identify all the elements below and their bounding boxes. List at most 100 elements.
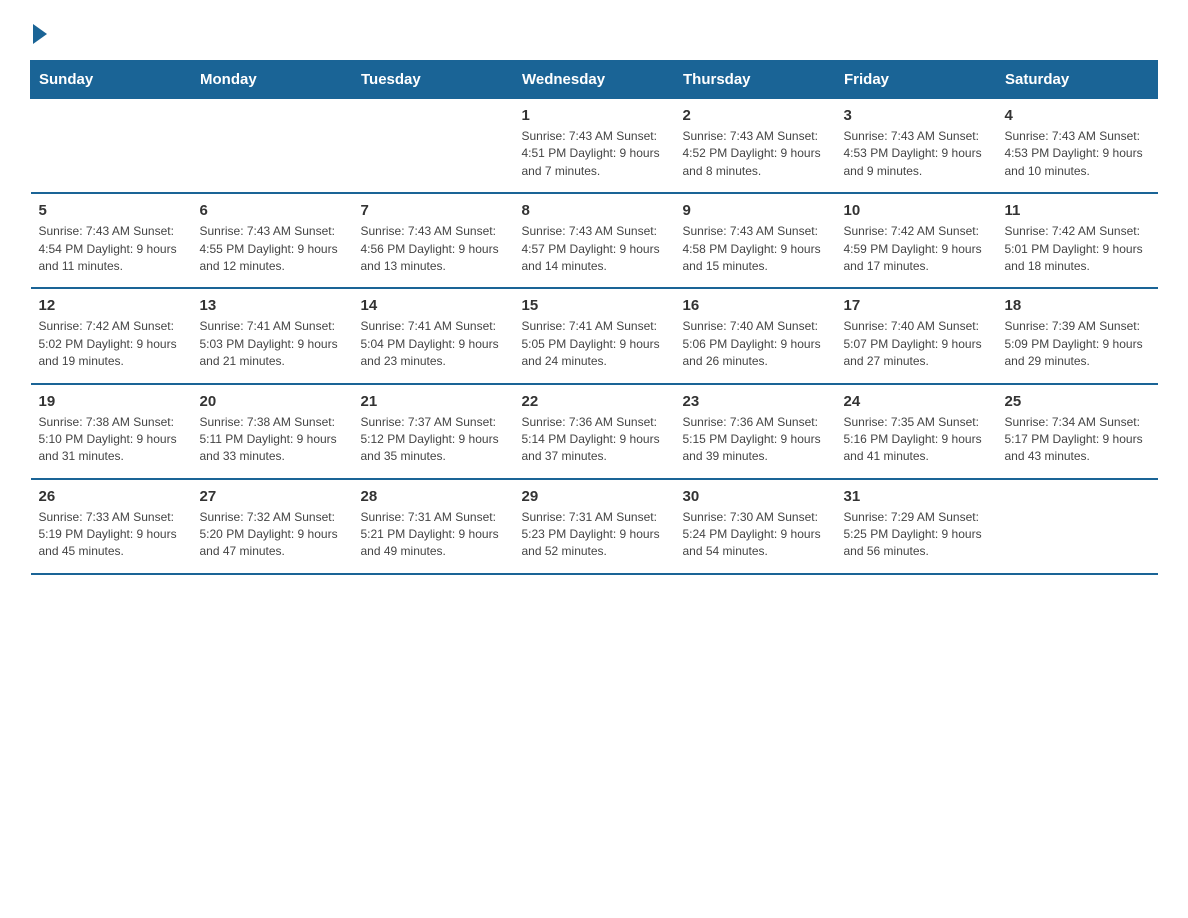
day-info: Sunrise: 7:41 AM Sunset: 5:04 PM Dayligh…	[361, 318, 506, 370]
day-number: 10	[844, 202, 989, 219]
calendar-cell: 29 Sunrise: 7:31 AM Sunset: 5:23 PM Dayli…	[514, 479, 675, 574]
day-number: 4	[1005, 107, 1150, 124]
day-info: Sunrise: 7:37 AM Sunset: 5:12 PM Dayligh…	[361, 414, 506, 466]
day-number: 23	[683, 393, 828, 410]
calendar-cell: 19 Sunrise: 7:38 AM Sunset: 5:10 PM Dayli…	[31, 384, 192, 479]
calendar-week-row: 5Sunrise: 7:43 AM Sunset: 4:54 PM Daylig…	[31, 193, 1158, 288]
day-info: Sunrise: 7:32 AM Sunset: 5:20 PM Dayligh…	[200, 509, 345, 561]
weekday-header-thursday: Thursday	[675, 61, 836, 99]
calendar-week-row: 12 Sunrise: 7:42 AM Sunset: 5:02 PM Dayli…	[31, 288, 1158, 383]
logo-arrow-icon	[33, 24, 47, 44]
calendar-cell: 11 Sunrise: 7:42 AM Sunset: 5:01 PM Dayli…	[997, 193, 1158, 288]
calendar-cell	[31, 99, 192, 194]
day-info: Sunrise: 7:43 AM Sunset: 4:53 PM Dayligh…	[844, 128, 989, 180]
calendar-cell	[192, 99, 353, 194]
day-number: 28	[361, 488, 506, 505]
day-info: Sunrise: 7:42 AM Sunset: 5:01 PM Dayligh…	[1005, 223, 1150, 275]
logo	[30, 20, 47, 40]
calendar-cell: 10Sunrise: 7:42 AM Sunset: 4:59 PM Dayli…	[836, 193, 997, 288]
day-info: Sunrise: 7:41 AM Sunset: 5:03 PM Dayligh…	[200, 318, 345, 370]
calendar-cell: 6Sunrise: 7:43 AM Sunset: 4:55 PM Daylig…	[192, 193, 353, 288]
day-info: Sunrise: 7:43 AM Sunset: 4:58 PM Dayligh…	[683, 223, 828, 275]
day-number: 13	[200, 297, 345, 314]
day-number: 17	[844, 297, 989, 314]
calendar-cell: 20Sunrise: 7:38 AM Sunset: 5:11 PM Dayli…	[192, 384, 353, 479]
calendar-cell: 1 Sunrise: 7:43 AM Sunset: 4:51 PM Daylig…	[514, 99, 675, 194]
calendar-cell: 9 Sunrise: 7:43 AM Sunset: 4:58 PM Daylig…	[675, 193, 836, 288]
calendar-cell: 17 Sunrise: 7:40 AM Sunset: 5:07 PM Dayli…	[836, 288, 997, 383]
calendar-cell: 26Sunrise: 7:33 AM Sunset: 5:19 PM Dayli…	[31, 479, 192, 574]
calendar-cell: 28 Sunrise: 7:31 AM Sunset: 5:21 PM Dayli…	[353, 479, 514, 574]
day-number: 12	[39, 297, 184, 314]
day-info: Sunrise: 7:31 AM Sunset: 5:21 PM Dayligh…	[361, 509, 506, 561]
calendar-week-row: 19 Sunrise: 7:38 AM Sunset: 5:10 PM Dayli…	[31, 384, 1158, 479]
calendar-cell: 4 Sunrise: 7:43 AM Sunset: 4:53 PM Daylig…	[997, 99, 1158, 194]
calendar-cell: 31 Sunrise: 7:29 AM Sunset: 5:25 PM Dayli…	[836, 479, 997, 574]
day-number: 25	[1005, 393, 1150, 410]
weekday-header-wednesday: Wednesday	[514, 61, 675, 99]
day-info: Sunrise: 7:43 AM Sunset: 4:52 PM Dayligh…	[683, 128, 828, 180]
day-number: 20	[200, 393, 345, 410]
calendar-week-row: 1 Sunrise: 7:43 AM Sunset: 4:51 PM Daylig…	[31, 99, 1158, 194]
calendar-cell: 13 Sunrise: 7:41 AM Sunset: 5:03 PM Dayli…	[192, 288, 353, 383]
calendar-cell: 15 Sunrise: 7:41 AM Sunset: 5:05 PM Dayli…	[514, 288, 675, 383]
day-info: Sunrise: 7:42 AM Sunset: 5:02 PM Dayligh…	[39, 318, 184, 370]
day-number: 15	[522, 297, 667, 314]
day-info: Sunrise: 7:31 AM Sunset: 5:23 PM Dayligh…	[522, 509, 667, 561]
weekday-header-row: SundayMondayTuesdayWednesdayThursdayFrid…	[31, 61, 1158, 99]
day-info: Sunrise: 7:43 AM Sunset: 4:56 PM Dayligh…	[361, 223, 506, 275]
day-number: 22	[522, 393, 667, 410]
calendar-cell: 22 Sunrise: 7:36 AM Sunset: 5:14 PM Dayli…	[514, 384, 675, 479]
day-info: Sunrise: 7:43 AM Sunset: 4:57 PM Dayligh…	[522, 223, 667, 275]
calendar-cell: 7 Sunrise: 7:43 AM Sunset: 4:56 PM Daylig…	[353, 193, 514, 288]
day-info: Sunrise: 7:36 AM Sunset: 5:15 PM Dayligh…	[683, 414, 828, 466]
calendar-cell: 2 Sunrise: 7:43 AM Sunset: 4:52 PM Daylig…	[675, 99, 836, 194]
day-number: 19	[39, 393, 184, 410]
day-info: Sunrise: 7:35 AM Sunset: 5:16 PM Dayligh…	[844, 414, 989, 466]
weekday-header-tuesday: Tuesday	[353, 61, 514, 99]
day-number: 6	[200, 202, 345, 219]
calendar-cell: 24 Sunrise: 7:35 AM Sunset: 5:16 PM Dayli…	[836, 384, 997, 479]
day-number: 7	[361, 202, 506, 219]
calendar-header: SundayMondayTuesdayWednesdayThursdayFrid…	[31, 61, 1158, 99]
calendar-cell	[353, 99, 514, 194]
calendar-week-row: 26Sunrise: 7:33 AM Sunset: 5:19 PM Dayli…	[31, 479, 1158, 574]
calendar-cell: 27 Sunrise: 7:32 AM Sunset: 5:20 PM Dayli…	[192, 479, 353, 574]
day-number: 1	[522, 107, 667, 124]
day-number: 5	[39, 202, 184, 219]
calendar-cell: 8 Sunrise: 7:43 AM Sunset: 4:57 PM Daylig…	[514, 193, 675, 288]
weekday-header-saturday: Saturday	[997, 61, 1158, 99]
day-info: Sunrise: 7:43 AM Sunset: 4:51 PM Dayligh…	[522, 128, 667, 180]
day-info: Sunrise: 7:30 AM Sunset: 5:24 PM Dayligh…	[683, 509, 828, 561]
day-number: 31	[844, 488, 989, 505]
day-info: Sunrise: 7:33 AM Sunset: 5:19 PM Dayligh…	[39, 509, 184, 561]
day-number: 18	[1005, 297, 1150, 314]
day-info: Sunrise: 7:41 AM Sunset: 5:05 PM Dayligh…	[522, 318, 667, 370]
calendar-cell: 25Sunrise: 7:34 AM Sunset: 5:17 PM Dayli…	[997, 384, 1158, 479]
day-number: 11	[1005, 202, 1150, 219]
day-info: Sunrise: 7:36 AM Sunset: 5:14 PM Dayligh…	[522, 414, 667, 466]
calendar-cell: 23 Sunrise: 7:36 AM Sunset: 5:15 PM Dayli…	[675, 384, 836, 479]
weekday-header-monday: Monday	[192, 61, 353, 99]
calendar-cell: 5Sunrise: 7:43 AM Sunset: 4:54 PM Daylig…	[31, 193, 192, 288]
calendar-table: SundayMondayTuesdayWednesdayThursdayFrid…	[30, 60, 1158, 575]
calendar-cell: 18 Sunrise: 7:39 AM Sunset: 5:09 PM Dayli…	[997, 288, 1158, 383]
calendar-cell: 12 Sunrise: 7:42 AM Sunset: 5:02 PM Dayli…	[31, 288, 192, 383]
day-info: Sunrise: 7:39 AM Sunset: 5:09 PM Dayligh…	[1005, 318, 1150, 370]
day-info: Sunrise: 7:40 AM Sunset: 5:06 PM Dayligh…	[683, 318, 828, 370]
page-header	[30, 20, 1158, 40]
day-number: 14	[361, 297, 506, 314]
calendar-cell: 30Sunrise: 7:30 AM Sunset: 5:24 PM Dayli…	[675, 479, 836, 574]
calendar-cell: 3Sunrise: 7:43 AM Sunset: 4:53 PM Daylig…	[836, 99, 997, 194]
day-number: 24	[844, 393, 989, 410]
day-number: 27	[200, 488, 345, 505]
day-info: Sunrise: 7:29 AM Sunset: 5:25 PM Dayligh…	[844, 509, 989, 561]
day-info: Sunrise: 7:40 AM Sunset: 5:07 PM Dayligh…	[844, 318, 989, 370]
day-number: 8	[522, 202, 667, 219]
day-number: 2	[683, 107, 828, 124]
day-info: Sunrise: 7:38 AM Sunset: 5:10 PM Dayligh…	[39, 414, 184, 466]
calendar-cell	[997, 479, 1158, 574]
day-number: 29	[522, 488, 667, 505]
day-info: Sunrise: 7:43 AM Sunset: 4:53 PM Dayligh…	[1005, 128, 1150, 180]
day-number: 9	[683, 202, 828, 219]
